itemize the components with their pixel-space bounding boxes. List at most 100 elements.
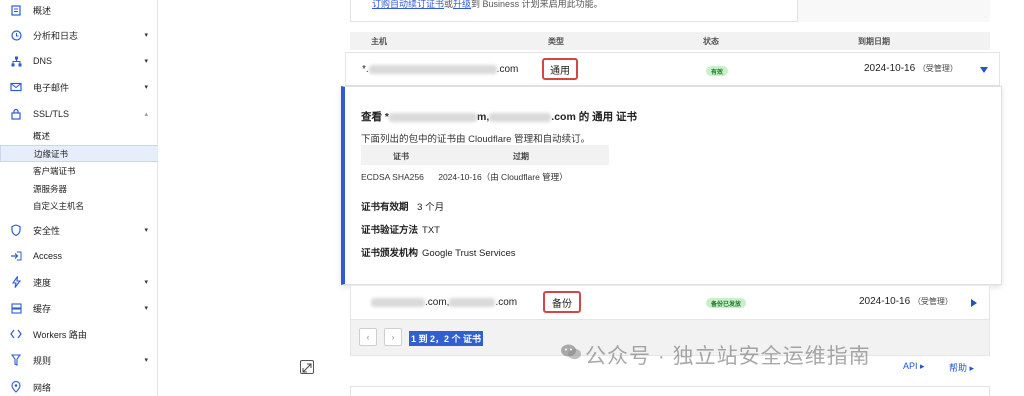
certificates-table-header: 主机 类型 状态 到期日期 bbox=[350, 32, 990, 50]
detail-heading: 查看 * m, .com 的 通用 证书 bbox=[361, 109, 637, 124]
sidebar-item-label: Access bbox=[33, 251, 63, 261]
column-header-expiry: 到期日期 bbox=[858, 37, 890, 46]
detail-description: 下面列出的包中的证书由 Cloudflare 管理和自动续订。 bbox=[361, 134, 591, 145]
sidebar-item-speed[interactable]: 速度 ▾ bbox=[0, 270, 158, 294]
sidebar-item-label: 规则 bbox=[33, 355, 52, 366]
chevron-right-icon[interactable] bbox=[971, 299, 977, 307]
heading-mid: m, bbox=[477, 111, 490, 123]
sidebar-subitem-origin-server[interactable]: 源服务器 bbox=[0, 180, 158, 197]
sidebar-item-caching[interactable]: 缓存 ▾ bbox=[0, 296, 158, 320]
status-badge: 备份已发放 bbox=[706, 298, 747, 308]
column-header-expiry: 过期 bbox=[513, 152, 529, 161]
host-cell: *. .com bbox=[362, 64, 518, 75]
sidebar-subitem-custom-hostnames[interactable]: 自定义主机名 bbox=[0, 197, 158, 214]
chevron-down-icon[interactable] bbox=[980, 67, 988, 73]
sidebar-item-overview[interactable]: 概述 bbox=[0, 0, 158, 22]
sidebar-subitem-label: 自定义主机名 bbox=[33, 200, 85, 211]
rules-icon bbox=[10, 354, 22, 366]
table-row[interactable]: .com, .com 备份 备份已发放 2024-10-16 （受管理） bbox=[350, 286, 990, 320]
lock-icon bbox=[10, 108, 22, 120]
redacted-text bbox=[449, 297, 496, 307]
sidebar-subitem-label: 源服务器 bbox=[33, 183, 68, 194]
previous-page-button[interactable]: ‹ bbox=[359, 328, 377, 346]
wechat-icon bbox=[560, 343, 582, 361]
status-badge: 有效 bbox=[706, 66, 729, 76]
chevron-down-icon: ▾ bbox=[144, 227, 148, 234]
sidebar-item-label: 网络 bbox=[33, 382, 52, 393]
chevron-down-icon: ▾ bbox=[144, 305, 148, 312]
mail-icon bbox=[10, 81, 22, 93]
sidebar-item-security[interactable]: 安全性 ▾ bbox=[0, 218, 158, 242]
column-header-status: 状态 bbox=[703, 37, 719, 46]
next-page-button[interactable]: › bbox=[384, 328, 402, 346]
sidebar-item-network[interactable]: 网络 bbox=[0, 375, 158, 396]
chevron-down-icon: ▾ bbox=[144, 279, 148, 286]
validity-value: 3 个月 bbox=[417, 202, 445, 213]
sidebar-subitem-edge-certificates[interactable]: 边缘证书 bbox=[0, 145, 158, 162]
issuer-row: 证书颁发机构 Google Trust Services bbox=[361, 245, 515, 259]
clock-icon bbox=[10, 29, 22, 41]
pagination-summary: 1 到 2，2 个 证书 bbox=[409, 331, 484, 346]
sidebar-item-workers-routes[interactable]: Workers 路由 bbox=[0, 322, 158, 346]
expiry-date-value: 2024-10-16 bbox=[864, 63, 916, 74]
host-prefix: *. bbox=[362, 64, 369, 75]
validity-row: 证书有效期 3 个月 bbox=[361, 199, 444, 213]
managed-label: （受管理） bbox=[917, 64, 958, 73]
column-header-certificate: 证书 bbox=[393, 152, 409, 161]
api-link[interactable]: API ▸ bbox=[903, 361, 925, 372]
sidebar-item-label: DNS bbox=[33, 56, 53, 66]
chevron-down-icon: ▾ bbox=[144, 58, 148, 65]
sidebar-item-label: 电子邮件 bbox=[33, 82, 70, 93]
network-icon bbox=[10, 55, 22, 67]
workers-icon bbox=[10, 328, 22, 340]
order-certificate-link[interactable]: 订购自动续订证书 bbox=[372, 0, 444, 9]
location-icon bbox=[10, 381, 22, 393]
sidebar-item-label: 速度 bbox=[33, 277, 52, 288]
sidebar-item-email[interactable]: 电子邮件 ▾ bbox=[0, 75, 158, 99]
column-header-type: 类型 bbox=[548, 37, 564, 46]
access-icon bbox=[10, 250, 22, 262]
redacted-text bbox=[368, 64, 497, 74]
sidebar-item-rules[interactable]: 规则 ▾ bbox=[0, 348, 158, 372]
certificate-detail-panel: 查看 * m, .com 的 通用 证书 下面列出的包中的证书由 Cloudflar… bbox=[341, 86, 1002, 285]
expand-icon[interactable] bbox=[300, 360, 314, 374]
table-row[interactable]: *. .com 通用 有效 2024-10-16 （受管理） bbox=[345, 52, 1000, 86]
watermark: 公众号 · 独立站安全运维指南 bbox=[585, 345, 871, 368]
cache-icon bbox=[10, 302, 22, 314]
issuer-value: Google Trust Services bbox=[422, 248, 516, 259]
validation-method-value: TXT bbox=[422, 225, 440, 236]
host-cell: .com, .com bbox=[371, 297, 517, 308]
host-mid: .com, bbox=[425, 297, 450, 308]
help-link[interactable]: 帮助 ▸ bbox=[949, 361, 974, 374]
sidebar-item-ssl-tls[interactable]: SSL/TLS ▴ bbox=[0, 102, 158, 126]
sidebar-item-label: 概述 bbox=[33, 5, 52, 16]
sidebar-item-label: Workers 路由 bbox=[33, 329, 87, 340]
sidebar-subitem-overview[interactable]: 概述 bbox=[0, 127, 158, 144]
host-suffix: .com bbox=[495, 297, 518, 308]
host-suffix: .com bbox=[496, 64, 519, 75]
column-header-host: 主机 bbox=[371, 37, 387, 46]
upgrade-notice-text: 订购自动续订证书或升级到 Business 计划来启用此功能。 bbox=[372, 0, 603, 10]
expiry-date-value: 2024-10-16 bbox=[859, 296, 911, 307]
chevron-down-icon: ▾ bbox=[144, 357, 148, 364]
sidebar-item-access[interactable]: Access bbox=[0, 244, 158, 268]
sidebar-subitem-label: 概述 bbox=[33, 130, 51, 141]
sidebar-item-label: 缓存 bbox=[33, 303, 52, 314]
expiry-date: 2024-10-16 （受管理） bbox=[864, 63, 958, 74]
notice-connector: 或 bbox=[444, 0, 454, 9]
sidebar-item-analytics[interactable]: 分析和日志 ▾ bbox=[0, 23, 158, 47]
shield-icon bbox=[10, 224, 22, 236]
notice-tail: 到 Business 计划来启用此功能。 bbox=[471, 0, 603, 9]
sidebar-subitem-label: 边缘证书 bbox=[34, 148, 69, 159]
upgrade-link[interactable]: 升级 bbox=[453, 0, 471, 9]
validation-method-label: 证书验证方法 bbox=[361, 225, 419, 236]
bolt-icon bbox=[10, 276, 22, 288]
certificate-type: 通用 bbox=[542, 58, 578, 80]
certificate-type: 备份 bbox=[543, 291, 581, 313]
sidebar-item-label: SSL/TLS bbox=[33, 109, 70, 119]
notice-side-panel bbox=[797, 0, 990, 22]
certificate-row: ECDSA SHA256 2024-10-16（由 Cloudflare 管理） bbox=[361, 171, 568, 183]
sidebar-subitem-client-certificates[interactable]: 客户端证书 bbox=[0, 162, 158, 179]
sidebar-item-dns[interactable]: DNS ▾ bbox=[0, 49, 158, 73]
certificate-list-header: 证书 过期 bbox=[361, 145, 609, 165]
